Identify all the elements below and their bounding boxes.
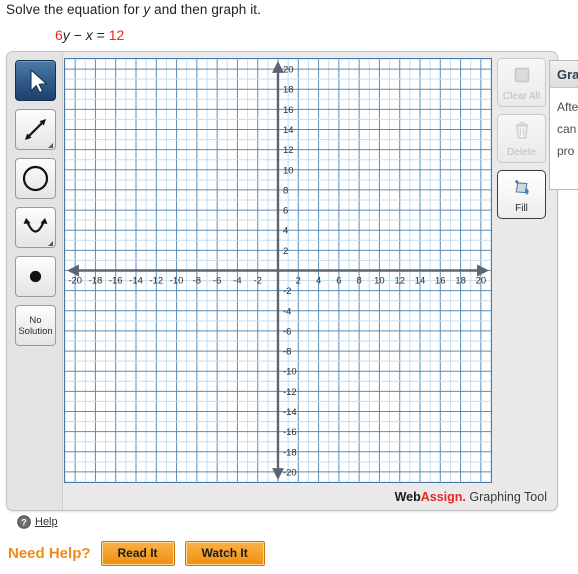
svg-text:12: 12 — [394, 275, 405, 286]
brand-web: Web — [394, 490, 421, 504]
need-help-section: Need Help? Read It Watch It — [8, 541, 265, 566]
tool-circle-button[interactable] — [15, 158, 56, 199]
equation-equals: = — [96, 27, 105, 43]
webassign-branding: WebAssign. Graphing Tool — [395, 490, 547, 504]
equation-display: 6y − x = 12 — [55, 27, 124, 43]
no-solution-label-line2: Solution — [18, 326, 53, 337]
tool-line-button[interactable] — [15, 109, 56, 150]
coordinate-grid[interactable]: -20 -18 -16 -14 -12 -10 -8 -6 -4 -2 2 4 6 8 10 12 14 16 18… — [65, 59, 491, 482]
question-prompt: Solve the equation for y and then graph … — [6, 2, 261, 17]
equation-minus: − — [73, 27, 82, 43]
help-label: Help — [35, 516, 58, 528]
svg-text:-12: -12 — [283, 387, 297, 398]
panel-line-1: Afte — [557, 100, 578, 114]
svg-text:?: ? — [21, 517, 27, 527]
prompt-text-after: and then graph it. — [150, 2, 261, 17]
svg-text:-6: -6 — [283, 326, 291, 337]
delete-button: Delete — [497, 114, 546, 163]
prompt-text-before: Solve the equation for — [6, 2, 144, 17]
equation-constant: 12 — [108, 27, 125, 43]
svg-text:-20: -20 — [68, 275, 82, 286]
tool-parabola-expand-corner[interactable] — [48, 241, 53, 246]
panel-line-2: can — [557, 122, 577, 136]
svg-text:-2: -2 — [254, 275, 262, 286]
action-tools-toolbar: Clear All Delete Fill — [497, 58, 549, 226]
equation-coefficient: 6 — [55, 27, 63, 43]
svg-text:-8: -8 — [283, 347, 291, 358]
graph-canvas[interactable]: -20 -18 -16 -14 -12 -10 -8 -6 -4 -2 2 4 6 8 10 12 14 16 18… — [64, 58, 492, 483]
svg-text:18: 18 — [455, 275, 466, 286]
circle-icon — [22, 165, 49, 192]
svg-text:-14: -14 — [129, 275, 143, 286]
svg-text:8: 8 — [283, 185, 288, 196]
delete-label: Delete — [507, 147, 536, 158]
point-dot-icon — [29, 270, 42, 283]
panel-line-3: pro — [557, 144, 575, 158]
graph-info-panel: Grap Afte can pro — [549, 60, 578, 190]
tool-no-solution-button[interactable]: No Solution — [15, 305, 56, 346]
svg-text:-18: -18 — [283, 447, 297, 458]
svg-text:6: 6 — [336, 275, 341, 286]
svg-text:-6: -6 — [213, 275, 221, 286]
graph-info-panel-body: Afte can pro — [550, 88, 578, 162]
svg-text:2: 2 — [283, 246, 288, 257]
help-question-icon: ? — [17, 515, 31, 529]
tool-line-expand-corner[interactable] — [48, 143, 53, 148]
svg-text:-20: -20 — [283, 467, 297, 478]
svg-text:4: 4 — [316, 275, 321, 286]
need-help-label: Need Help? — [8, 545, 91, 562]
help-link[interactable]: ? Help — [17, 515, 58, 529]
svg-text:-4: -4 — [283, 306, 291, 317]
brand-product: Graphing Tool — [469, 490, 547, 504]
svg-text:-18: -18 — [89, 275, 103, 286]
svg-text:16: 16 — [435, 275, 446, 286]
svg-text:-4: -4 — [233, 275, 241, 286]
svg-text:-12: -12 — [149, 275, 163, 286]
svg-text:4: 4 — [283, 226, 288, 237]
paint-bucket-icon — [498, 171, 545, 204]
svg-text:-14: -14 — [283, 407, 297, 418]
svg-text:20: 20 — [283, 65, 294, 76]
svg-text:14: 14 — [283, 125, 294, 136]
no-solution-label-line1: No — [29, 315, 42, 326]
tool-point-button[interactable] — [15, 256, 56, 297]
equation-var-y: y — [62, 27, 70, 43]
svg-text:20: 20 — [476, 275, 487, 286]
cursor-arrow-icon — [30, 69, 48, 94]
svg-text:6: 6 — [283, 206, 288, 217]
svg-text:16: 16 — [283, 105, 294, 116]
clear-all-label: Clear All — [502, 91, 541, 102]
svg-text:8: 8 — [357, 275, 362, 286]
svg-text:-10: -10 — [170, 275, 184, 286]
clear-all-icon — [498, 59, 545, 92]
read-it-button[interactable]: Read It — [100, 541, 175, 566]
svg-text:12: 12 — [283, 145, 294, 156]
watch-it-button[interactable]: Watch It — [184, 541, 265, 566]
fill-label: Fill — [515, 203, 528, 214]
svg-text:10: 10 — [374, 275, 385, 286]
svg-text:18: 18 — [283, 85, 294, 96]
svg-text:10: 10 — [283, 165, 294, 176]
drawing-tools-toolbar: No Solution ? Help — [7, 52, 63, 529]
svg-text:2: 2 — [296, 275, 301, 286]
clear-all-button: Clear All — [497, 58, 546, 107]
svg-text:14: 14 — [415, 275, 426, 286]
svg-text:-8: -8 — [193, 275, 201, 286]
svg-text:-16: -16 — [109, 275, 123, 286]
svg-text:-10: -10 — [283, 367, 297, 378]
svg-text:-2: -2 — [283, 286, 291, 297]
brand-assign: Assign. — [420, 490, 466, 504]
equation-var-x: x — [85, 27, 93, 43]
tool-parabola-button[interactable] — [15, 207, 56, 248]
fill-button[interactable]: Fill — [497, 170, 546, 219]
trash-icon — [498, 115, 545, 148]
svg-text:-16: -16 — [283, 427, 297, 438]
tool-select-button[interactable] — [15, 60, 56, 101]
graph-info-panel-header: Grap — [550, 61, 578, 88]
graphing-tool: No Solution ? Help -20 -18 -16 -14 -12 -10 -8-… — [6, 51, 558, 529]
